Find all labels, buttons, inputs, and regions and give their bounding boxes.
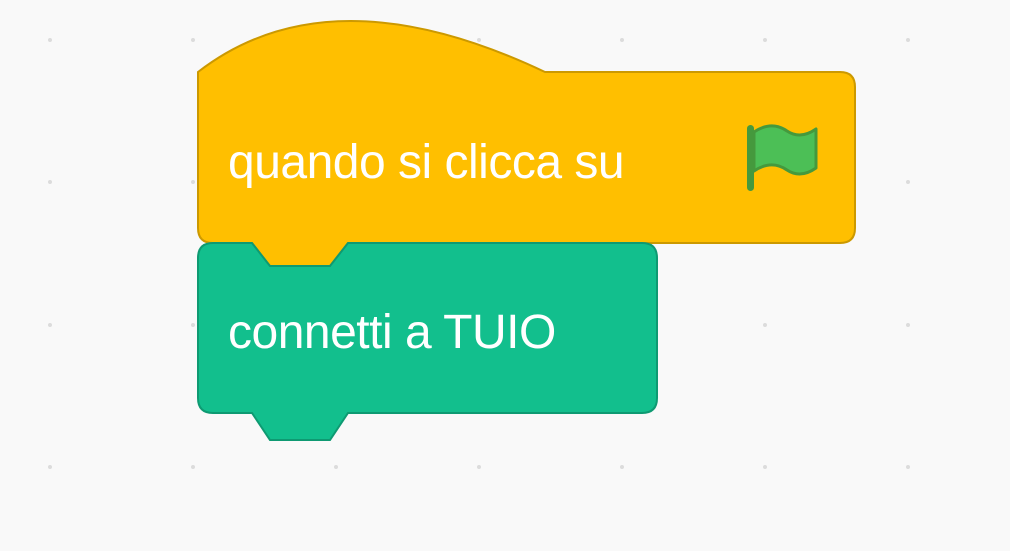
hat-block-label: quando si clicca su xyxy=(228,136,625,189)
code-workspace[interactable]: quando si clicca su connetti a TUIO xyxy=(0,0,1010,551)
green-flag-icon xyxy=(744,122,818,194)
script-blocks xyxy=(197,20,856,441)
stack-block-label: connetti a TUIO xyxy=(228,306,556,359)
